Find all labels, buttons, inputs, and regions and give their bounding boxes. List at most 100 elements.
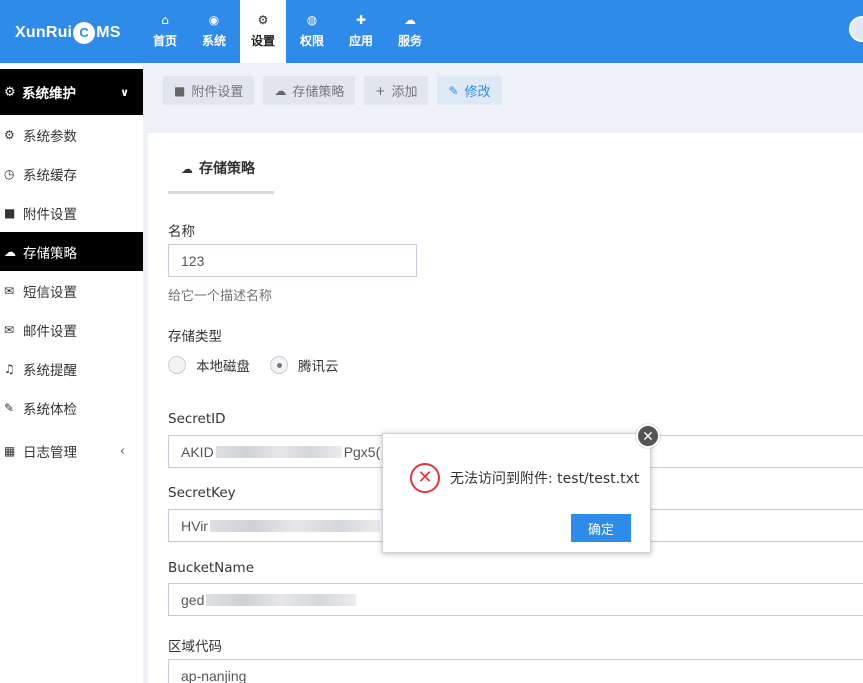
- nav-label: 应用: [348, 34, 373, 48]
- button-label: 附件设置: [191, 85, 244, 100]
- edit-button[interactable]: ✎ 修改: [437, 76, 502, 105]
- sidebar-group-system-maintenance[interactable]: ⚙ 系统维护 ∨: [0, 69, 143, 115]
- clock-icon: ◷: [4, 166, 15, 181]
- radio-local-disk[interactable]: [168, 356, 186, 374]
- storage-type-label: 存储类型: [168, 329, 222, 345]
- cogs-icon: ⚙: [257, 13, 269, 27]
- folder-icon: ■: [174, 83, 186, 98]
- sidebar-item-label: 系统提醒: [23, 362, 77, 379]
- sidebar-item-system-cache[interactable]: ◷ 系统缓存: [0, 154, 143, 193]
- sidebar-item-mail-settings[interactable]: ✉ 邮件设置: [0, 310, 143, 349]
- sidebar-group-label: 日志管理: [23, 445, 77, 461]
- error-x-circle-icon: ✕: [410, 463, 440, 493]
- top-nav: ⌂ 首页 ◉ 系统 ⚙ 设置 ◍ 权限 ✚ 应用 ☁ 服务: [142, 0, 436, 63]
- cloud-icon: ☁: [4, 244, 16, 259]
- bucket-prefix: ged: [181, 591, 205, 608]
- storage-type-radio-group: 本地磁盘 腾讯云: [168, 355, 359, 375]
- panel-title: ☁ 存储策略: [181, 158, 255, 178]
- nav-permissions[interactable]: ◍ 权限: [289, 0, 335, 63]
- button-label: 存储策略: [292, 85, 345, 100]
- radio-label-local-disk: 本地磁盘: [196, 359, 250, 375]
- sidebar-item-attachment-settings[interactable]: ■ 附件设置: [0, 193, 143, 232]
- name-label: 名称: [168, 224, 195, 240]
- secretid-label: SecretID: [168, 411, 226, 427]
- wrench-icon: ✎: [4, 400, 15, 415]
- name-help-text: 给它一个描述名称: [168, 289, 273, 304]
- redacted-mask: [215, 445, 342, 458]
- button-label: 修改: [464, 85, 491, 100]
- panel-title-text: 存储策略: [199, 161, 255, 177]
- region-label: 区域代码: [168, 639, 222, 655]
- bucket-label: BucketName: [168, 560, 255, 576]
- nav-label: 首页: [152, 34, 177, 48]
- gear-icon: ⚙: [4, 127, 15, 142]
- envelope-icon: ✉: [4, 283, 15, 298]
- logo-text-post: MS: [96, 24, 121, 41]
- plus-icon: +: [375, 83, 386, 98]
- sidebar-group-log-management[interactable]: ▦ 日志管理 ‹: [0, 431, 143, 471]
- radio-tencent-cloud[interactable]: [270, 356, 288, 374]
- sidebar-item-label: 存储策略: [23, 245, 77, 262]
- storage-policy-panel: ☁ 存储策略 名称 123 给它一个描述名称 存储类型 本地磁盘 腾讯云 Secr…: [148, 133, 863, 683]
- secretid-suffix: Pgx5(: [343, 443, 381, 460]
- nav-label: 系统: [201, 34, 226, 48]
- sidebar-item-system-check[interactable]: ✎ 系统体检: [0, 388, 143, 427]
- secretkey-prefix: HVir: [181, 517, 208, 534]
- nav-apps[interactable]: ✚ 应用: [338, 0, 384, 63]
- secretkey-label: SecretKey: [168, 485, 236, 501]
- title-underline: [168, 191, 274, 194]
- confirm-button[interactable]: 确定: [571, 514, 631, 542]
- sidebar-item-storage-policy[interactable]: ☁ 存储策略: [0, 232, 143, 271]
- button-label: 添加: [391, 85, 418, 100]
- cloud-icon: ☁: [274, 83, 287, 98]
- cloud-icon: ☁: [181, 162, 193, 176]
- dialog-close-icon[interactable]: ✕: [636, 424, 660, 448]
- error-dialog: ✕ 无法访问到附件: test/test.txt 确定: [382, 433, 651, 553]
- edit-icon: ✎: [448, 83, 459, 98]
- attachment-settings-button[interactable]: ■ 附件设置: [163, 76, 255, 105]
- sidebar-item-sms-settings[interactable]: ✉ 短信设置: [0, 271, 143, 310]
- envelope-open-icon: ✉: [4, 322, 15, 337]
- storage-policy-button[interactable]: ☁ 存储策略: [263, 76, 356, 105]
- nav-system[interactable]: ◉ 系统: [191, 0, 237, 63]
- nav-label: 设置: [250, 34, 275, 48]
- name-input[interactable]: 123: [168, 244, 417, 277]
- region-input[interactable]: ap-nanjing: [168, 659, 863, 683]
- radio-label-tencent-cloud: 腾讯云: [298, 359, 339, 375]
- calendar-icon: ▦: [4, 444, 16, 458]
- user-icon: ◍: [306, 13, 318, 27]
- globe-icon: ◉: [208, 13, 220, 27]
- bucket-input[interactable]: ged: [168, 583, 863, 616]
- secretid-prefix: AKID: [181, 443, 214, 460]
- folder-icon: ■: [4, 205, 16, 220]
- toolbar: ■ 附件设置 ☁ 存储策略 + 添加 ✎ 修改: [163, 76, 511, 105]
- nav-services[interactable]: ☁ 服务: [387, 0, 433, 63]
- gear-icon: ⚙: [4, 84, 16, 100]
- logo[interactable]: XunRui C MS: [15, 22, 121, 44]
- nav-label: 服务: [397, 34, 422, 48]
- add-button[interactable]: + 添加: [364, 76, 429, 105]
- dialog-message: 无法访问到附件: test/test.txt: [450, 471, 640, 487]
- nav-home[interactable]: ⌂ 首页: [142, 0, 188, 63]
- home-icon: ⌂: [161, 13, 169, 27]
- sidebar-item-label: 系统体检: [23, 401, 77, 418]
- top-header: XunRui C MS ⌂ 首页 ◉ 系统 ⚙ 设置 ◍ 权限 ✚ 应用 ☁ 服…: [0, 0, 863, 63]
- nav-settings[interactable]: ⚙ 设置: [240, 0, 286, 63]
- avatar[interactable]: [849, 16, 863, 42]
- sidebar: ⚙ 系统维护 ∨ ⚙ 系统参数 ◷ 系统缓存 ■ 附件设置 ☁ 存储策略 ✉ 短…: [0, 63, 143, 683]
- chevron-down-icon: ∨: [120, 85, 129, 99]
- sidebar-item-label: 系统参数: [23, 128, 77, 145]
- logo-c-badge: C: [73, 22, 96, 44]
- redacted-mask: [206, 593, 357, 606]
- sidebar-item-system-reminder[interactable]: ♫ 系统提醒: [0, 349, 143, 388]
- nav-label: 权限: [299, 34, 324, 48]
- sidebar-item-label: 短信设置: [23, 284, 77, 301]
- sidebar-item-label: 附件设置: [23, 206, 77, 223]
- sidebar-item-system-params[interactable]: ⚙ 系统参数: [0, 115, 143, 154]
- logo-text-pre: XunRui: [15, 24, 73, 41]
- sidebar-item-label: 系统缓存: [23, 167, 77, 184]
- bell-icon: ♫: [4, 361, 15, 376]
- puzzle-icon: ✚: [355, 13, 367, 27]
- chevron-left-icon: ‹: [119, 443, 125, 459]
- sidebar-group-label: 系统维护: [22, 86, 76, 102]
